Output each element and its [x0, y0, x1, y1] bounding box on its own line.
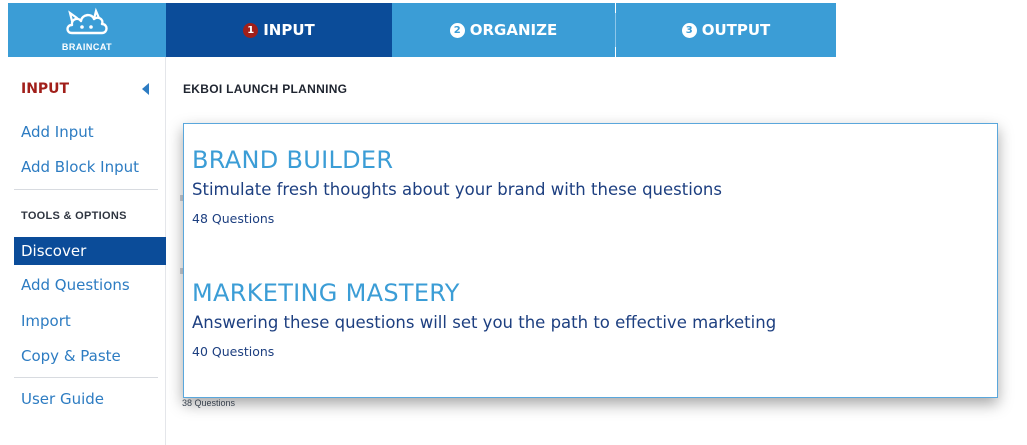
collapse-arrow-icon[interactable] — [142, 83, 149, 95]
sidebar-divider — [14, 377, 158, 378]
card-description: Answering these questions will set you t… — [192, 313, 777, 332]
sidebar: INPUT Add Input Add Block Input TOOLS & … — [8, 57, 166, 445]
step-number-badge: 2 — [449, 22, 465, 38]
tab-label: ORGANIZE — [469, 21, 558, 39]
step-number-badge: 3 — [681, 22, 697, 38]
sidebar-item-add-input[interactable]: Add Input — [21, 123, 94, 141]
question-set-card[interactable]: BRAND BUILDER Stimulate fresh thoughts a… — [192, 146, 989, 226]
sidebar-header: INPUT — [21, 81, 70, 97]
question-set-card[interactable]: MARKETING MASTERY Answering these questi… — [192, 279, 989, 359]
tab-organize[interactable]: 2 ORGANIZE — [392, 3, 615, 57]
step-number-badge: 1 — [243, 22, 259, 38]
sidebar-item-discover[interactable]: Discover — [14, 237, 166, 265]
tab-input[interactable]: 1 INPUT — [166, 3, 392, 57]
tab-output[interactable]: 3 OUTPUT — [616, 3, 836, 57]
sidebar-item-user-guide[interactable]: User Guide — [21, 390, 104, 408]
tab-label: OUTPUT — [701, 21, 771, 39]
card-title: MARKETING MASTERY — [192, 279, 460, 307]
sidebar-divider — [14, 189, 158, 190]
cat-cloud-icon — [66, 7, 108, 35]
discover-popup: BRAND BUILDER Stimulate fresh thoughts a… — [183, 123, 998, 398]
app-logo[interactable]: BRAINCAT — [8, 3, 166, 57]
sidebar-item-copy-paste[interactable]: Copy & Paste — [21, 347, 121, 365]
tab-label: INPUT — [263, 21, 315, 39]
logo-text: BRAINCAT — [61, 42, 113, 52]
card-question-count: 40 Questions — [192, 344, 275, 359]
background-question-count: 38 Questions — [182, 398, 236, 408]
card-description: Stimulate fresh thoughts about your bran… — [192, 180, 722, 199]
sidebar-section-title: TOOLS & OPTIONS — [21, 210, 127, 222]
sidebar-item-add-questions[interactable]: Add Questions — [21, 276, 130, 294]
project-title: EKBOI LAUNCH PLANNING — [183, 82, 348, 96]
card-title: BRAND BUILDER — [192, 146, 394, 174]
sidebar-item-add-block-input[interactable]: Add Block Input — [21, 158, 139, 176]
card-question-count: 48 Questions — [192, 211, 275, 226]
sidebar-item-import[interactable]: Import — [21, 312, 71, 330]
